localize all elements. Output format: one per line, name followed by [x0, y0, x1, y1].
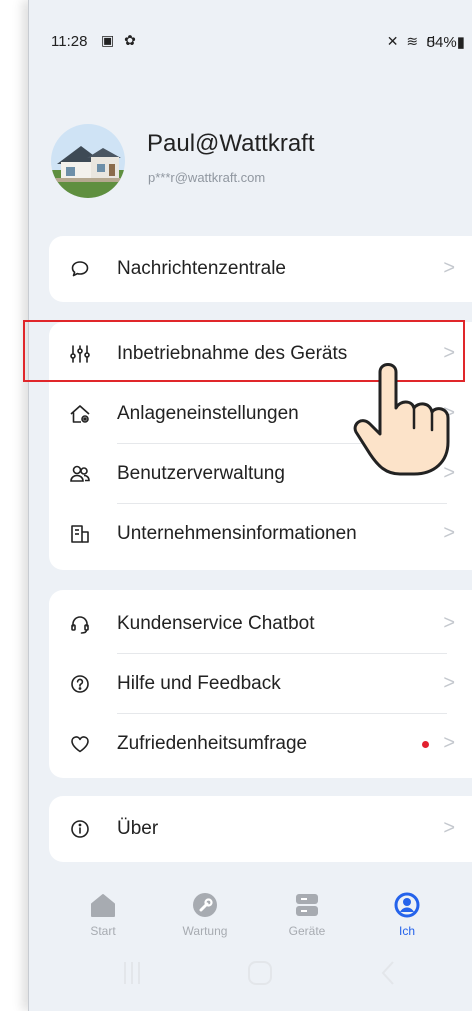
menu-item-label: Nachrichtenzentrale	[117, 258, 286, 279]
bottom-tab-bar: Start Wartung Geräte Ich	[29, 880, 472, 950]
devices-icon	[292, 890, 322, 920]
notification-icons: ▣ ✿	[101, 32, 139, 48]
status-bar: 11:28 ▣ ✿ ✕ ≋ ıl 54%▮	[29, 30, 472, 56]
home-icon	[88, 890, 118, 920]
menu-item-label: Anlageneinstellungen	[117, 403, 299, 424]
battery-level: 54%▮	[426, 34, 465, 51]
headset-icon	[69, 613, 91, 635]
tab-wartung[interactable]: Wartung	[165, 890, 245, 938]
menu-item-kundenservice-chatbot[interactable]: Kundenservice Chatbot >	[49, 594, 472, 654]
menu-item-label: Inbetriebnahme des Geräts	[117, 343, 348, 364]
menu-item-hilfe-und-feedback[interactable]: Hilfe und Feedback >	[49, 654, 472, 714]
info-icon	[69, 818, 91, 840]
pointing-hand-icon	[352, 350, 470, 478]
tab-label: Ich	[398, 924, 415, 938]
status-time: 11:28	[51, 33, 88, 50]
menu-item-zufriedenheitsumfrage[interactable]: Zufriedenheitsumfrage >	[49, 714, 472, 774]
building-icon	[69, 523, 91, 545]
card-messages: Nachrichtenzentrale >	[49, 236, 472, 302]
card-support: Kundenservice Chatbot > Hilfe und Feedba…	[49, 590, 472, 778]
chevron-right-icon: >	[443, 522, 455, 544]
unread-badge	[422, 741, 429, 748]
menu-item-unternehmensinformationen[interactable]: Unternehmensinformationen >	[49, 504, 472, 564]
menu-item-label: Über	[117, 818, 159, 839]
sliders-icon	[69, 343, 91, 365]
home-button-icon[interactable]	[248, 961, 272, 985]
user-name: Paul@Wattkraft	[147, 130, 315, 157]
wrench-icon	[190, 890, 220, 920]
chevron-right-icon: >	[443, 817, 455, 839]
card-about: Über >	[49, 796, 472, 862]
tab-ich[interactable]: Ich	[367, 890, 447, 938]
battery-icon: ▮	[456, 34, 465, 51]
back-icon[interactable]	[381, 961, 394, 985]
phone-screen: 11:28 ▣ ✿ ✕ ≋ ıl 54%▮ Paul@Wattkraft p**…	[28, 0, 472, 1011]
menu-item-label: Benutzerverwaltung	[117, 463, 285, 484]
menu-item-label: Unternehmensinformationen	[117, 523, 357, 544]
tab-label: Geräte	[288, 924, 326, 938]
profile-header[interactable]: Paul@Wattkraft p***r@wattkraft.com	[51, 124, 451, 204]
menu-item-label: Zufriedenheitsumfrage	[117, 733, 308, 754]
heart-icon	[69, 733, 91, 755]
chevron-right-icon: >	[443, 672, 455, 694]
user-icon	[392, 890, 422, 920]
tab-geraete[interactable]: Geräte	[267, 890, 347, 938]
system-navigation-bar	[29, 950, 472, 1011]
help-icon	[69, 673, 91, 695]
user-email: p***r@wattkraft.com	[148, 170, 266, 185]
menu-item-ueber[interactable]: Über >	[49, 799, 472, 859]
menu-item-label: Kundenservice Chatbot	[117, 613, 315, 634]
chevron-right-icon: >	[443, 732, 455, 754]
chevron-right-icon: >	[443, 257, 455, 279]
chevron-right-icon: >	[443, 612, 455, 634]
tab-label: Wartung	[182, 924, 228, 938]
users-icon	[69, 463, 91, 485]
menu-item-nachrichtenzentrale[interactable]: Nachrichtenzentrale >	[49, 239, 472, 299]
menu-item-label: Hilfe und Feedback	[117, 673, 281, 694]
home-settings-icon	[69, 403, 91, 425]
tab-label: Start	[90, 924, 116, 938]
avatar[interactable]	[51, 124, 125, 198]
recent-apps-icon[interactable]	[124, 962, 140, 984]
tab-start[interactable]: Start	[63, 890, 143, 938]
message-icon	[69, 258, 91, 280]
